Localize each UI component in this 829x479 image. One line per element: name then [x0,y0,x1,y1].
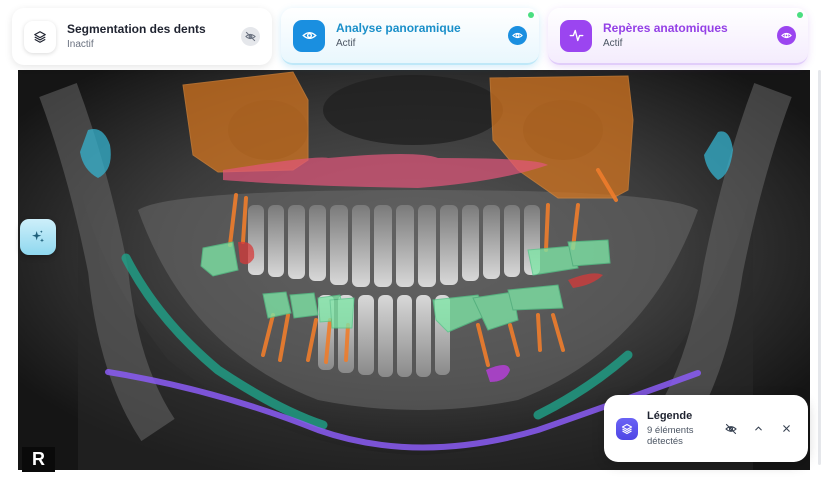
ai-tool-button[interactable] [20,219,56,255]
layer-status: Actif [603,38,623,50]
legend-panel[interactable]: Légende 9 éléments détectés [604,395,808,462]
activity-icon [560,19,592,52]
layers-icon [24,20,56,53]
close-icon[interactable] [775,417,799,441]
legend-title: Légende [647,409,693,422]
legend-subtitle: 9 éléments détectés [647,424,694,448]
sparkles-icon [32,230,44,243]
layer-status: Inactif [67,39,94,51]
sinus-left-region [182,71,309,173]
layers-icon [616,417,638,440]
eye-icon[interactable] [508,26,527,45]
layer-card-panoramic-analysis[interactable]: Analyse panoramique Actif [281,8,539,65]
layer-status: Actif [336,38,356,50]
app-root: Segmentation des dents Inactif Analyse p… [0,0,829,479]
layer-title: Repères anatomiques [603,20,728,35]
vertical-scrollbar[interactable] [818,70,821,465]
layer-card-tooth-segmentation[interactable]: Segmentation des dents Inactif [12,8,272,65]
layer-card-anatomical-landmarks[interactable]: Repères anatomiques Actif [548,8,808,65]
logo-letter: R [32,449,45,469]
eye-icon[interactable] [777,26,796,45]
layer-title: Segmentation des dents [67,21,206,36]
brand-logo: R [22,447,55,472]
active-indicator [797,12,803,18]
eye-icon [293,19,325,52]
chevron-up-icon[interactable] [747,417,771,441]
eye-off-icon[interactable] [720,417,744,441]
eye-off-icon[interactable] [241,27,260,46]
active-indicator [528,12,534,18]
layer-title: Analyse panoramique [336,20,461,35]
